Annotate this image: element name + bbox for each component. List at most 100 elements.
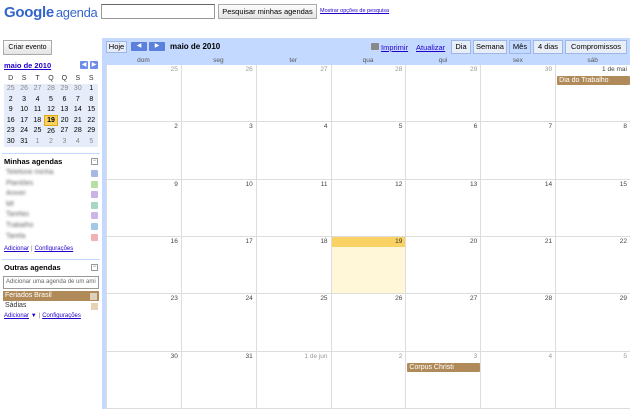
day-cell[interactable]: 28 <box>481 294 557 352</box>
mini-day-cell[interactable]: 2 <box>4 94 18 105</box>
mini-day-cell[interactable]: 3 <box>17 94 31 105</box>
mini-day-cell[interactable]: 27 <box>57 125 72 136</box>
day-number[interactable]: 2 <box>399 353 403 360</box>
day-cell[interactable]: 10 <box>181 179 257 237</box>
mini-day-cell[interactable]: 29 <box>84 125 98 136</box>
day-number[interactable]: 5 <box>399 123 403 130</box>
mini-day-cell[interactable]: 26 <box>44 125 58 136</box>
print-icon[interactable] <box>371 43 379 50</box>
day-cell[interactable]: 1 de jun <box>256 351 332 409</box>
day-number[interactable]: 18 <box>320 238 327 245</box>
mini-day-cell[interactable]: 30 <box>4 136 18 147</box>
day-cell[interactable]: 30 <box>481 65 557 123</box>
mini-day-cell[interactable]: 14 <box>71 104 85 115</box>
day-cell[interactable]: 16 <box>107 237 182 295</box>
day-number[interactable]: 24 <box>245 295 252 302</box>
tab-agenda[interactable]: Compromissos <box>565 40 627 54</box>
day-cell[interactable]: 21 <box>481 237 557 295</box>
mini-day-cell[interactable]: 25 <box>4 83 18 94</box>
day-number[interactable]: 26 <box>245 66 252 73</box>
day-cell[interactable]: 12 <box>331 179 407 237</box>
day-cell[interactable]: 15 <box>556 179 630 237</box>
mini-day-cell[interactable]: 7 <box>71 94 85 105</box>
calendar-color-swatch[interactable] <box>91 180 98 188</box>
day-number[interactable]: 3 <box>249 123 253 130</box>
mini-day-cell[interactable]: 19 <box>43 114 59 126</box>
calendar-item[interactable]: Tarefa <box>4 232 98 242</box>
create-event-button[interactable]: Criar evento <box>3 40 52 55</box>
mini-day-cell[interactable]: 20 <box>57 115 72 126</box>
print-link[interactable]: Imprimir <box>381 43 408 52</box>
mini-day-cell[interactable]: 10 <box>17 104 31 115</box>
day-number[interactable]: 17 <box>245 238 252 245</box>
day-number[interactable]: 6 <box>474 123 478 130</box>
day-cell[interactable]: 4 <box>481 351 557 409</box>
day-cell[interactable]: 9 <box>107 179 182 237</box>
mini-day-cell[interactable]: 12 <box>44 104 58 115</box>
day-number[interactable]: 5 <box>623 353 627 360</box>
day-cell[interactable]: 7 <box>481 122 557 180</box>
day-cell[interactable]: 18 <box>256 237 332 295</box>
mini-day-cell[interactable]: 17 <box>17 115 31 126</box>
calendar-color-swatch[interactable] <box>90 292 97 300</box>
day-number[interactable]: 7 <box>549 123 553 130</box>
day-number[interactable]: 16 <box>171 238 178 245</box>
day-number[interactable]: 9 <box>174 181 178 188</box>
search-input[interactable] <box>101 4 215 19</box>
day-number[interactable]: 14 <box>545 181 552 188</box>
mini-day-cell[interactable]: 4 <box>30 94 45 105</box>
day-cell[interactable]: 27 <box>256 65 332 123</box>
mini-day-cell[interactable]: 5 <box>84 136 98 147</box>
day-cell[interactable]: 19 <box>331 237 407 295</box>
day-cell[interactable]: 29 <box>406 65 482 123</box>
mini-day-cell[interactable]: 15 <box>84 104 98 115</box>
collapse-my-calendars-icon[interactable]: − <box>91 158 98 165</box>
day-cell[interactable]: 20 <box>406 237 482 295</box>
day-number[interactable]: 12 <box>395 181 402 188</box>
day-number[interactable]: 1 de mai <box>602 66 627 73</box>
next-period-icon[interactable]: ▶ <box>149 42 165 51</box>
day-cell[interactable]: 31 <box>181 351 257 409</box>
mini-day-cell[interactable]: 2 <box>44 136 58 147</box>
day-number[interactable]: 11 <box>321 181 328 188</box>
mini-day-cell[interactable]: 29 <box>57 83 72 94</box>
calendar-item[interactable]: Tarefas <box>4 210 98 220</box>
day-number[interactable]: 30 <box>545 66 552 73</box>
day-number[interactable]: 23 <box>171 295 178 302</box>
day-number[interactable]: 28 <box>395 66 402 73</box>
calendar-event[interactable]: Dia do Trabalho <box>557 76 630 85</box>
calendar-color-swatch[interactable] <box>91 201 98 209</box>
day-cell[interactable]: 2 <box>331 351 407 409</box>
day-cell[interactable]: 25 <box>256 294 332 352</box>
day-cell[interactable]: 26 <box>331 294 407 352</box>
day-cell[interactable]: 30 <box>107 351 182 409</box>
add-friend-calendar-input[interactable]: Adicionar uma agenda de um ami <box>3 276 99 289</box>
mini-day-cell[interactable]: 23 <box>4 125 18 136</box>
day-cell[interactable]: 3 <box>181 122 257 180</box>
mini-prev-month-icon[interactable]: ◀ <box>80 61 88 69</box>
day-number[interactable]: 26 <box>395 295 402 302</box>
calendar-item-sadias[interactable]: Sádias <box>5 302 26 309</box>
day-number[interactable]: 1 de jun <box>304 353 327 360</box>
mini-day-cell[interactable]: 24 <box>17 125 31 136</box>
day-number[interactable]: 4 <box>549 353 553 360</box>
mini-day-cell[interactable]: 8 <box>84 94 98 105</box>
today-button[interactable]: Hoje <box>106 41 127 53</box>
day-cell[interactable]: 5 <box>556 351 630 409</box>
mini-day-cell[interactable]: 26 <box>17 83 31 94</box>
calendar-color-swatch[interactable] <box>91 233 98 241</box>
tab-day[interactable]: Dia <box>451 40 471 54</box>
prev-period-icon[interactable]: ◀ <box>131 42 147 51</box>
mini-next-month-icon[interactable]: ▶ <box>90 61 98 69</box>
day-number[interactable]: 29 <box>620 295 627 302</box>
calendar-item[interactable]: Aniver <box>4 189 98 199</box>
day-number[interactable]: 3 <box>474 353 478 360</box>
mini-day-cell[interactable]: 16 <box>4 115 18 126</box>
calendar-item[interactable]: Trabalho <box>4 221 98 231</box>
day-number[interactable]: 30 <box>171 353 178 360</box>
mini-day-cell[interactable]: 4 <box>71 136 85 147</box>
tab-month[interactable]: Mês <box>509 40 531 54</box>
mini-day-cell[interactable]: 31 <box>17 136 31 147</box>
day-cell[interactable]: 26 <box>181 65 257 123</box>
day-number[interactable]: 22 <box>620 238 627 245</box>
